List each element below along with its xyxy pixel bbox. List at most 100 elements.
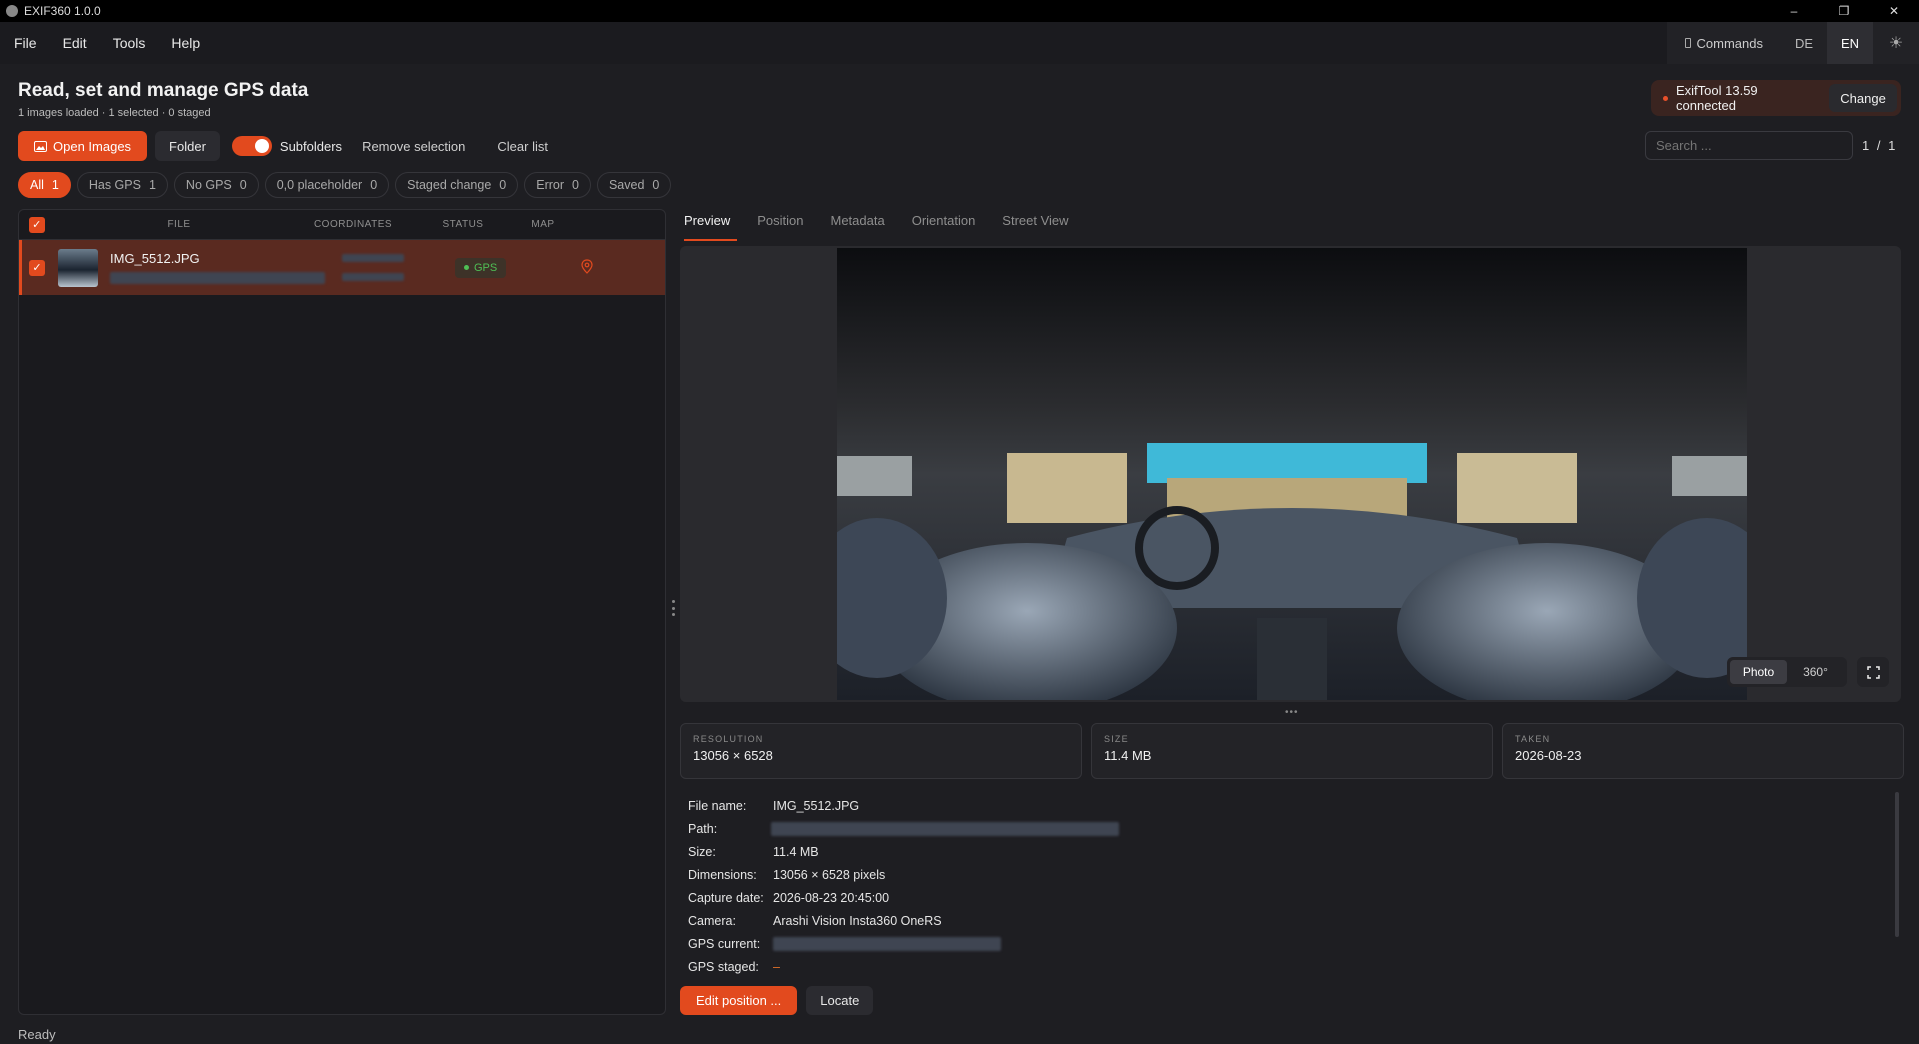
remove-selection-button[interactable]: Remove selection <box>350 131 477 161</box>
minimize-button[interactable]: – <box>1769 0 1819 22</box>
locate-button[interactable]: Locate <box>806 986 874 1015</box>
detail-value: 13056 × 6528 pixels <box>773 867 886 882</box>
filter-placeholder[interactable]: 0,0 placeholder 0 <box>264 172 390 198</box>
details-scrollbar[interactable] <box>1895 792 1899 937</box>
view-mode-toggle: Photo 360° <box>1727 657 1847 687</box>
detail-row: Capture date: 2026-08-23 20:45:00 <box>688 886 1119 909</box>
tab-position[interactable]: Position <box>757 213 816 239</box>
chip-label: No GPS <box>185 178 232 192</box>
filter-all[interactable]: All 1 <box>18 172 71 198</box>
column-coordinates[interactable]: COORDINATES <box>303 219 403 230</box>
image-preview[interactable] <box>680 246 1901 702</box>
search-input[interactable] <box>1645 131 1853 160</box>
folder-button[interactable]: Folder <box>155 131 220 161</box>
detail-row: GPS staged: – <box>688 955 1119 978</box>
detail-key: Dimensions: <box>688 867 757 882</box>
vertical-splitter[interactable] <box>672 600 676 616</box>
card-label: RESOLUTION <box>693 734 764 744</box>
detail-value: IMG_5512.JPG <box>773 798 860 813</box>
detail-row: GPS current: <box>688 932 1119 955</box>
detail-tabs: Preview Position Metadata Orientation St… <box>684 213 1096 241</box>
detail-row: Dimensions: 13056 × 6528 pixels <box>688 863 1119 886</box>
detail-actions: Edit position ... Locate <box>680 986 874 1015</box>
filter-no-gps[interactable]: No GPS 0 <box>173 172 259 198</box>
menu-edit[interactable]: Edit <box>63 35 87 51</box>
theme-toggle-icon[interactable]: ☀ <box>1873 22 1919 64</box>
pager: 1 / 1 <box>1862 138 1898 153</box>
app-icon <box>6 5 18 17</box>
status-label: GPS <box>474 261 498 274</box>
filter-saved[interactable]: Saved 0 <box>596 172 672 198</box>
page-subtitle: 1 images loaded · 1 selected · 0 staged <box>18 107 211 119</box>
chip-label: Has GPS <box>88 178 141 192</box>
detail-row: Camera: Arashi Vision Insta360 OneRS <box>688 909 1119 932</box>
detail-row: Path: <box>688 817 1119 840</box>
row-checkbox[interactable]: ✓ <box>29 259 45 276</box>
exiftool-status-text: ExifTool 13.59 connected <box>1676 83 1758 113</box>
panorama-image <box>837 248 1747 700</box>
chip-count: 0 <box>499 178 507 192</box>
menu-tools[interactable]: Tools <box>113 35 146 51</box>
commands-button[interactable]: Commands <box>1667 22 1781 64</box>
subfolders-toggle[interactable] <box>231 136 272 156</box>
detail-key: Capture date: <box>688 890 764 905</box>
tab-preview[interactable]: Preview <box>684 213 743 241</box>
open-images-label: Open Images <box>53 138 132 154</box>
card-label: SIZE <box>1104 734 1129 744</box>
detail-value: Arashi Vision Insta360 OneRS <box>773 913 942 928</box>
chip-label: All <box>30 178 44 192</box>
fullscreen-icon <box>1866 665 1880 679</box>
close-button[interactable]: ✕ <box>1869 0 1919 22</box>
map-pin-icon[interactable] <box>581 258 593 277</box>
filter-error[interactable]: Error 0 <box>524 172 591 198</box>
detail-value: 2026-08-23 20:45:00 <box>773 890 890 905</box>
commands-label: Commands <box>1696 35 1763 51</box>
column-status[interactable]: STATUS <box>403 219 523 230</box>
table-row[interactable]: ✓ IMG_5512.JPG GPS <box>19 240 665 295</box>
filter-staged-change[interactable]: Staged change 0 <box>395 172 519 198</box>
file-details: File name: IMG_5512.JPG Path: Size: 11.4 M… <box>688 794 1119 978</box>
command-icon <box>1684 38 1691 48</box>
info-cards: RESOLUTION 13056 × 6528 SIZE 11.4 MB TAK… <box>680 723 1904 779</box>
chip-count: 1 <box>148 178 156 192</box>
card-label: TAKEN <box>1515 734 1551 744</box>
chip-count: 1 <box>51 178 59 192</box>
detail-key: Camera: <box>688 913 736 928</box>
chip-label: 0,0 placeholder <box>276 178 363 192</box>
fullscreen-button[interactable] <box>1857 657 1889 687</box>
status-badge: GPS <box>455 257 507 278</box>
edit-position-button[interactable]: Edit position ... <box>680 986 798 1015</box>
column-file[interactable]: FILE <box>55 219 303 230</box>
chip-label: Saved <box>608 178 645 192</box>
maximize-button[interactable]: ❐ <box>1819 0 1869 22</box>
open-images-button[interactable]: Open Images <box>18 131 148 161</box>
tab-metadata[interactable]: Metadata <box>831 213 898 239</box>
horizontal-splitter[interactable]: ••• <box>1285 707 1299 718</box>
photo-mode-button[interactable]: Photo <box>1730 660 1787 684</box>
detail-key: GPS staged: <box>688 959 759 974</box>
tab-orientation[interactable]: Orientation <box>912 213 989 239</box>
detail-row: Size: 11.4 MB <box>688 840 1119 863</box>
subfolders-label: Subfolders <box>279 138 343 154</box>
change-exiftool-button[interactable]: Change <box>1829 84 1897 112</box>
clear-list-button[interactable]: Clear list <box>485 131 560 161</box>
select-all-checkbox[interactable]: ✓ <box>29 216 45 233</box>
status-bar: Ready <box>18 1027 56 1042</box>
language-de[interactable]: DE <box>1781 22 1827 64</box>
exiftool-status: ExifTool 13.59 connected Change <box>1651 80 1901 116</box>
window-title: EXIF360 1.0.0 <box>24 4 101 18</box>
taken-card: TAKEN 2026-08-23 <box>1502 723 1904 779</box>
tab-street-view[interactable]: Street View <box>1002 213 1081 239</box>
redacted-path <box>110 272 325 284</box>
card-value: 11.4 MB <box>1104 748 1152 763</box>
360-mode-button[interactable]: 360° <box>1787 660 1844 684</box>
language-en[interactable]: EN <box>1827 22 1873 64</box>
card-value: 2026-08-23 <box>1515 748 1582 763</box>
filter-chips: All 1 Has GPS 1 No GPS 0 0,0 placeholder 0 S… <box>18 172 672 198</box>
coordinates-cell <box>342 254 424 281</box>
menu-help[interactable]: Help <box>171 35 200 51</box>
file-name: IMG_5512.JPG <box>110 251 200 266</box>
filter-has-gps[interactable]: Has GPS 1 <box>76 172 168 198</box>
menu-file[interactable]: File <box>14 35 37 51</box>
page-title: Read, set and manage GPS data <box>18 80 309 101</box>
